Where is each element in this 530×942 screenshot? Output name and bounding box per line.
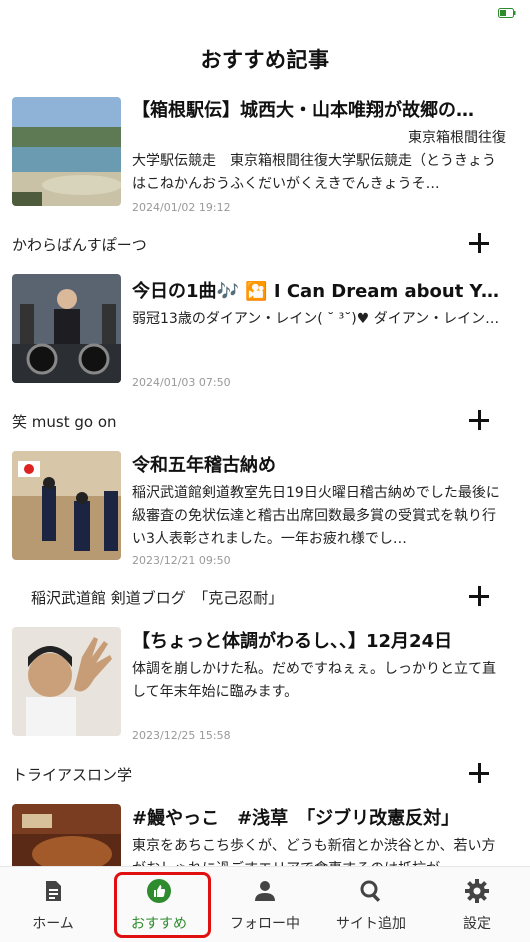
plus-icon[interactable] xyxy=(468,409,490,431)
plus-icon[interactable] xyxy=(468,762,490,784)
site-row: かわらばんすぽーつ xyxy=(0,226,530,262)
article-thumbnail xyxy=(12,274,121,383)
person-icon xyxy=(255,881,275,901)
page-title: おすすめ記事 xyxy=(200,48,330,72)
article-date: 2024/01/03 07:50 xyxy=(132,376,231,389)
article-date: 2023/12/21 09:50 xyxy=(132,554,231,567)
article-body: 東京をあちこち歩くが、どうも新宿とか渋谷とか、若い方がおしゃれに過ごすエリアで食… xyxy=(132,838,496,866)
article-title[interactable]: 【ちょっと体調がわるし、、】12月24日 xyxy=(132,630,508,654)
article-card[interactable]: 【ちょっと体調がわるし、、】12月24日 体調を崩しかけた私。だめですねぇぇ。し… xyxy=(0,627,530,742)
site-row: 稲沢武道館 剣道ブログ 「克己忍耐」 xyxy=(0,579,530,615)
plus-icon[interactable] xyxy=(468,585,490,607)
highlight-annotation xyxy=(114,872,211,938)
tab-label: ホーム xyxy=(32,916,74,932)
article-thumbnail xyxy=(12,627,121,736)
gear-icon xyxy=(465,879,489,903)
site-name[interactable]: トライアスロン学 xyxy=(12,764,132,785)
article-body-lead: 東京箱根間往復 xyxy=(408,130,506,146)
article-card[interactable]: 今日の1曲🎶 🎦 I Can Dream about You… 弱冠13歳のダイ… xyxy=(0,274,530,389)
site-row: トライアスロン学 xyxy=(0,756,530,792)
article-thumbnail xyxy=(12,451,121,560)
site-row: 笑 must go on xyxy=(0,403,530,439)
tab-add-site[interactable]: サイト追加 xyxy=(318,867,424,942)
site-name[interactable]: かわらばんすぽーつ xyxy=(12,234,147,255)
article-title[interactable]: 令和五年稽古納め xyxy=(132,454,508,478)
site-name[interactable]: 笑 must go on xyxy=(12,411,117,432)
tab-settings[interactable]: 設定 xyxy=(424,867,530,942)
article-date: 2023/12/25 15:58 xyxy=(132,729,231,742)
article-thumbnail xyxy=(12,804,121,866)
article-thumbnail xyxy=(12,97,121,206)
article-body: 稲沢武道館剣道教室先日19日火曜日稽古納めでした最後に級審査の免状伝達と稽古出席… xyxy=(132,485,500,547)
site-name[interactable]: 稲沢武道館 剣道ブログ 「克己忍耐」 xyxy=(31,587,283,608)
article-card[interactable]: 【箱根駅伝】城西大・山本唯翔が故郷の… 東京箱根間往復 大学駅伝競走 東京箱根間… xyxy=(0,97,530,237)
tab-label: サイト追加 xyxy=(336,916,406,932)
document-icon xyxy=(46,881,61,901)
search-icon xyxy=(360,880,381,902)
tab-bar: ホーム おすすめ フォロー中 サイト追加 設定 xyxy=(0,866,530,942)
article-body: 弱冠13歳のダイアン・レイン( ˘ ³˘)♥ ダイアン・レイン… xyxy=(132,311,500,327)
plus-icon[interactable] xyxy=(468,232,490,254)
article-title[interactable]: 今日の1曲🎶 🎦 I Can Dream about You… xyxy=(132,280,508,304)
article-body: 大学駅伝競走 東京箱根間往復大学駅伝競走（とうきょうはこねかんおうふくだいがくえ… xyxy=(132,153,496,192)
article-card[interactable]: 令和五年稽古納め 稲沢武道館剣道教室先日19日火曜日稽古納めでした最後に級審査の… xyxy=(0,451,530,567)
battery-icon xyxy=(498,8,516,18)
article-title[interactable]: #鰻やっこ #浅草 「ジブリ改憲反対」 xyxy=(132,807,508,831)
article-feed[interactable]: 【箱根駅伝】城西大・山本唯翔が故郷の… 東京箱根間往復 大学駅伝競走 東京箱根間… xyxy=(0,90,530,866)
status-bar xyxy=(0,0,530,28)
article-title[interactable]: 【箱根駅伝】城西大・山本唯翔が故郷の… xyxy=(132,99,508,123)
tab-home[interactable]: ホーム xyxy=(0,867,106,942)
tab-label: 設定 xyxy=(463,916,491,932)
article-body: 体調を崩しかけた私。だめですねぇぇ。しっかりと立て直して年末年始に臨みます。 xyxy=(132,661,496,700)
tab-following[interactable]: フォロー中 xyxy=(212,867,318,942)
article-date: 2024/01/02 19:12 xyxy=(132,201,231,214)
tab-label: フォロー中 xyxy=(230,916,300,932)
article-card[interactable]: #鰻やっこ #浅草 「ジブリ改憲反対」 東京をあちこち歩くが、どうも新宿とか渋谷… xyxy=(0,804,530,866)
